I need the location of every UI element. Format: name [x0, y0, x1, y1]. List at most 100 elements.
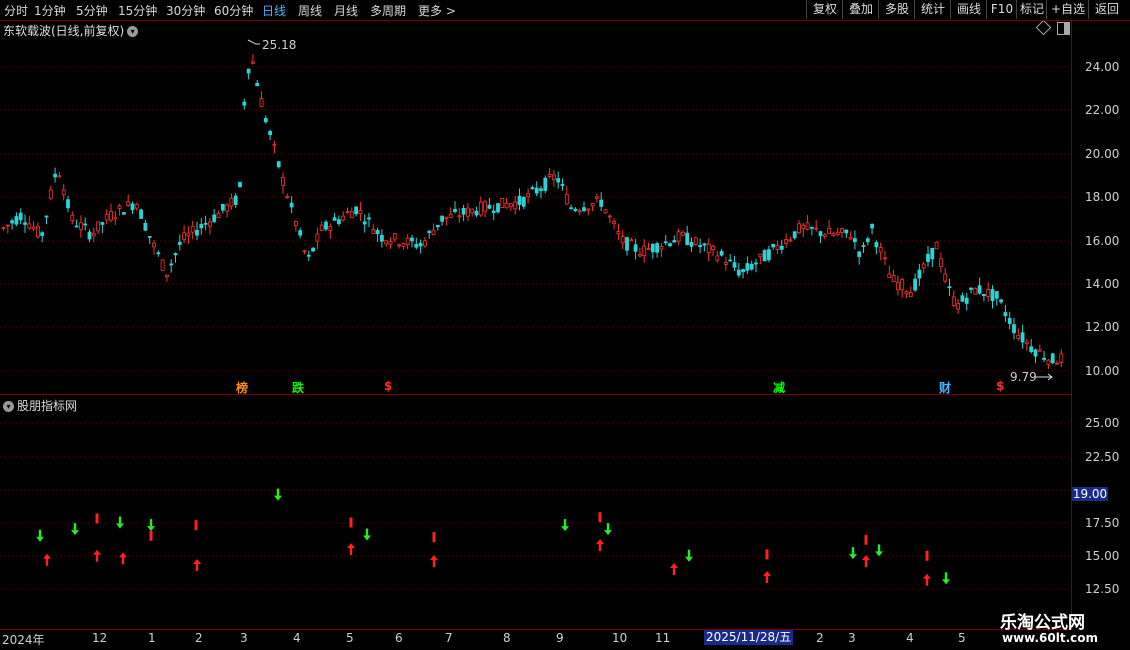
- candle-body: [599, 199, 604, 207]
- candle-body: [1059, 353, 1064, 363]
- signal-bar: [598, 512, 602, 523]
- candle-body: [324, 221, 328, 230]
- event-marker[interactable]: $: [996, 379, 1004, 393]
- candle-body: [586, 208, 591, 211]
- candle-body: [732, 262, 737, 268]
- candle-body: [569, 207, 573, 210]
- candle-body: [724, 262, 728, 265]
- candle-body: [315, 233, 320, 242]
- date-label: 3: [240, 631, 248, 645]
- candle-body: [702, 243, 707, 246]
- event-marker[interactable]: $: [384, 379, 392, 393]
- candle-body: [487, 204, 492, 209]
- date-label: 5: [346, 631, 354, 645]
- candle-body: [797, 223, 801, 234]
- arrow-up-icon: [93, 549, 101, 562]
- signal-bar: [765, 549, 769, 560]
- watermark-url: www.60lt.com: [1002, 631, 1099, 645]
- event-marker[interactable]: 榜: [236, 379, 248, 396]
- date-label: 6: [395, 631, 403, 645]
- candle-body: [246, 68, 251, 74]
- candle-body: [878, 247, 883, 253]
- candle-body: [83, 223, 88, 226]
- candle-body: [844, 229, 849, 234]
- candle-body: [216, 212, 221, 218]
- candle-body: [577, 210, 582, 213]
- indicator-gridline: [0, 422, 1071, 590]
- candle-body: [779, 245, 784, 250]
- candle-body: [517, 195, 522, 206]
- arrow-up-icon: [193, 559, 201, 572]
- candle-body: [762, 250, 767, 262]
- candle-body: [435, 224, 440, 228]
- candle-body: [689, 241, 694, 247]
- candle-body: [392, 233, 397, 240]
- candle-body: [564, 193, 569, 205]
- candle-body: [483, 201, 488, 212]
- event-marker[interactable]: 减: [773, 379, 785, 396]
- price-tick-label: 18.00: [1085, 190, 1119, 204]
- candle-body: [792, 231, 797, 239]
- candle-body: [328, 226, 333, 231]
- candle-body: [534, 187, 539, 194]
- candle-body: [865, 238, 870, 243]
- candle-body: [203, 222, 208, 225]
- candle-body: [758, 253, 763, 258]
- candle-body: [255, 82, 260, 87]
- candle-body: [31, 226, 36, 230]
- candle-body: [117, 205, 122, 209]
- arrow-up-icon: [763, 571, 771, 584]
- indicator-tick-label: 25.00: [1085, 416, 1119, 430]
- candle-body: [23, 222, 27, 225]
- candle-body: [164, 274, 169, 277]
- arrow-up-icon: [119, 552, 127, 565]
- candle-body: [384, 240, 389, 245]
- candle-body: [556, 178, 561, 183]
- candle-body: [805, 222, 810, 230]
- candle-body: [848, 237, 853, 240]
- price-tick-label: 14.00: [1085, 277, 1119, 291]
- candle-body: [87, 231, 92, 240]
- candle-body: [668, 243, 672, 247]
- date-label: 12: [92, 631, 108, 645]
- event-marker[interactable]: 财: [939, 379, 951, 396]
- candle-body: [263, 118, 268, 123]
- date-label: 10: [612, 631, 628, 645]
- candle-body: [48, 189, 53, 199]
- candle-body: [874, 242, 879, 248]
- candle-body: [706, 243, 711, 254]
- candle-body: [870, 223, 874, 229]
- candle-body: [414, 244, 419, 248]
- price-tick-label: 20.00: [1085, 147, 1119, 161]
- candle-body: [285, 196, 290, 198]
- high-pointer-icon: [247, 39, 260, 45]
- kline-chart-canvas[interactable]: 24.00 22.00 20.00 18.00 16.00 14.00 12.0…: [0, 0, 1130, 650]
- candle-body: [891, 275, 896, 282]
- candle-body: [268, 131, 273, 135]
- candle-body: [440, 215, 445, 222]
- candle-body: [745, 263, 750, 271]
- candle-body: [298, 230, 303, 236]
- candle-body: [943, 273, 948, 282]
- candle-body: [53, 173, 57, 178]
- candle-body: [861, 245, 866, 247]
- candle-body: [465, 207, 470, 217]
- arrow-up-icon: [430, 555, 438, 568]
- candle-body: [152, 242, 156, 248]
- candle-body: [496, 203, 500, 213]
- candle-body: [947, 286, 952, 289]
- candle-body: [754, 262, 758, 265]
- candle-body: [857, 251, 862, 258]
- candle-body: [169, 263, 174, 266]
- candle-body: [676, 231, 681, 242]
- candle-body: [143, 222, 148, 231]
- arrow-down-icon: [604, 523, 612, 536]
- candle-body: [470, 208, 475, 214]
- candle-body: [427, 231, 432, 234]
- event-marker[interactable]: 跌: [292, 379, 304, 396]
- candle-body: [590, 203, 595, 207]
- candle-body: [547, 174, 552, 177]
- candle-body: [607, 215, 612, 218]
- candle-body: [552, 174, 556, 181]
- candle-body: [934, 241, 939, 250]
